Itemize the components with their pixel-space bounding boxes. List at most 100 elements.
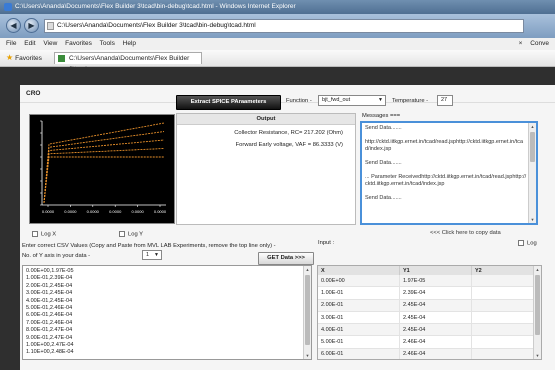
logy-checkbox[interactable]: Log Y <box>119 231 143 238</box>
message-line: ... Parameter Receivedhttp://cktd.iitkgp… <box>365 174 527 187</box>
table-cell[interactable] <box>471 323 535 337</box>
table-cell[interactable]: 1.97E-05 <box>399 275 472 288</box>
table-row[interactable]: 0.00E+00 1.97E-05 <box>318 275 535 288</box>
logx-label: Log X <box>41 231 57 238</box>
grid-scrollbar[interactable]: ▲ ▼ <box>533 266 541 359</box>
favorites-button[interactable]: Favorites <box>15 55 42 62</box>
table-cell[interactable]: 4.00E-01 <box>318 323 400 337</box>
scroll-down-icon[interactable]: ▼ <box>304 352 311 359</box>
csv-textarea[interactable]: 0.00E+00,1.97E-05 1.00E-01,2.39E-04 2.00E-… <box>22 265 312 360</box>
menu-help[interactable]: Help <box>123 40 136 47</box>
table-cell[interactable]: 2.45E-04 <box>399 299 472 312</box>
csv-line: 0.00E+00,1.97E-05 <box>26 268 74 274</box>
x-tick-label: 0.0000 <box>64 209 77 214</box>
table-row[interactable]: 4.00E-01 2.45E-04 <box>318 323 535 337</box>
csv-line: 5.00E-01,2.46E-04 <box>26 305 73 312</box>
table-cell[interactable]: 6.00E-01 <box>318 348 400 359</box>
logy-box[interactable] <box>119 231 125 237</box>
function-value: bjt_fwd_out <box>322 97 351 103</box>
plot-series-line <box>43 148 165 204</box>
table-cell[interactable]: 5.00E-01 <box>318 335 400 349</box>
message-line: Send Data....... <box>365 195 402 201</box>
menu-file[interactable]: File <box>6 40 16 47</box>
csv-line: 1.10E+00,2.48E-04 <box>26 349 74 356</box>
menu-favorites[interactable]: Favorites <box>65 40 92 47</box>
cro-plot: 0.0000 0.0000 0.0000 0.0000 0.0000 0.0000 <box>29 114 175 224</box>
table-cell[interactable]: 2.46E-04 <box>399 335 472 349</box>
csv-line: 1.00E-01,2.39E-04 <box>26 275 73 282</box>
forward-button[interactable]: ▶ <box>24 18 39 33</box>
menu-tools[interactable]: Tools <box>100 40 115 47</box>
table-row[interactable]: 5.00E-01 2.46E-04 <box>318 335 535 349</box>
csv-line: 8.00E-01,2.47E-04 <box>26 327 73 334</box>
scroll-thumb[interactable] <box>305 275 310 345</box>
table-cell[interactable]: 2.39E-04 <box>399 286 472 300</box>
table-row[interactable]: 2.00E-01 2.45E-04 <box>318 299 535 312</box>
scroll-up-icon[interactable]: ▲ <box>534 266 541 273</box>
logx-box[interactable] <box>32 231 38 237</box>
table-row[interactable]: 6.00E-01 2.46E-04 <box>318 348 535 359</box>
temperature-label: Temperature - <box>392 98 429 104</box>
column-header[interactable]: X <box>318 266 400 275</box>
get-data-button[interactable]: GET Data >>> <box>258 252 314 265</box>
browser-tab[interactable]: C:\Users\Ananda\Documents\Flex Builder 3… <box>54 52 202 73</box>
table-cell[interactable] <box>471 286 535 300</box>
messages-box[interactable]: Send Data....... http://cktd.iitkgp.erne… <box>360 121 538 225</box>
table-cell[interactable]: 2.45E-04 <box>399 323 472 337</box>
table-cell[interactable]: 3.00E-01 <box>318 311 400 325</box>
logx-checkbox[interactable]: Log X <box>32 231 56 238</box>
column-header[interactable]: Y1 <box>399 266 472 275</box>
menu-view[interactable]: View <box>43 40 57 47</box>
y-axis-label: No. of Y axis in your data - <box>22 253 91 259</box>
table-cell[interactable] <box>471 275 535 288</box>
copy-data-link[interactable]: <<< Click here to copy data <box>430 230 501 236</box>
scroll-thumb[interactable] <box>535 275 540 335</box>
log-checkbox[interactable]: Log <box>518 240 537 247</box>
table-cell[interactable]: 2.45E-04 <box>399 311 472 325</box>
table-cell[interactable] <box>471 335 535 349</box>
scroll-up-icon[interactable]: ▲ <box>304 266 311 273</box>
window-titlebar: C:\Users\Ananda\Documents\Flex Builder 3… <box>0 0 555 14</box>
table-cell[interactable]: 2.46E-04 <box>399 348 472 359</box>
table-cell[interactable] <box>471 311 535 325</box>
table-cell[interactable] <box>471 348 535 359</box>
address-bar-area: ◀ ▶ C:\Users\Ananda\Documents\Flex Build… <box>0 14 555 38</box>
convert-button[interactable]: × Conve <box>519 38 549 50</box>
convert-label: Conve <box>530 40 549 47</box>
csv-lines: 0.00E+00,1.97E-05 1.00E-01,2.39E-04 2.00E-… <box>26 268 74 357</box>
input-data-grid[interactable]: X Y1 Y2 0.00E+00 1.97E-05 1.00E-01 2.39E-04 2.… <box>317 265 542 360</box>
csv-line: 7.00E-01,2.46E-04 <box>26 319 73 326</box>
menu-edit[interactable]: Edit <box>24 40 35 47</box>
y-axis-value: 1 <box>146 252 150 258</box>
address-field[interactable]: C:\Users\Ananda\Documents\Flex Builder 3… <box>44 19 524 33</box>
table-cell[interactable]: 2.00E-01 <box>318 299 400 312</box>
temperature-input[interactable]: 27 <box>437 95 453 106</box>
csv-scrollbar[interactable]: ▲ ▼ <box>303 266 311 359</box>
column-header[interactable]: Y2 <box>471 266 535 275</box>
message-line: http://cktd.iitkgp.ernet.in/tcad/read.js… <box>365 139 524 152</box>
data-table: X Y1 Y2 0.00E+00 1.97E-05 1.00E-01 2.39E-04 2.… <box>318 266 535 359</box>
x-tick-label: 0.0000 <box>87 209 100 214</box>
table-cell[interactable]: 0.00E+00 <box>318 275 400 288</box>
log-box[interactable] <box>518 240 524 246</box>
messages-scrollbar[interactable]: ▲ ▼ <box>528 123 536 223</box>
extract-spice-button[interactable]: Extract SPICE PAraameters <box>176 95 281 110</box>
back-button[interactable]: ◀ <box>6 18 21 33</box>
x-tick-label: 0.0000 <box>109 209 122 214</box>
scroll-down-icon[interactable]: ▼ <box>529 216 536 223</box>
table-row[interactable]: 1.00E-01 2.39E-04 <box>318 286 535 300</box>
scroll-down-icon[interactable]: ▼ <box>534 352 541 359</box>
message-line: Send Data....... <box>365 160 402 166</box>
scroll-up-icon[interactable]: ▲ <box>529 123 536 130</box>
csv-line: 6.00E-01,2.46E-04 <box>26 312 73 319</box>
output-line: Forward Early voltage, VAF = 86.3333 (V) <box>235 142 343 148</box>
function-select[interactable]: bjt_fwd_out ▼ <box>318 95 386 106</box>
y-axis-select[interactable]: 1 ▼ <box>142 250 162 260</box>
csv-line: 1.00E+00,2.47E-04 <box>26 342 74 349</box>
table-cell[interactable] <box>471 299 535 312</box>
csv-line: 9.00E-01,2.47E-04 <box>26 334 73 341</box>
csv-line: 4.00E-01,2.45E-04 <box>26 297 73 304</box>
table-cell[interactable]: 1.00E-01 <box>318 286 400 300</box>
scroll-thumb[interactable] <box>530 132 535 162</box>
table-row[interactable]: 3.00E-01 2.45E-04 <box>318 311 535 325</box>
